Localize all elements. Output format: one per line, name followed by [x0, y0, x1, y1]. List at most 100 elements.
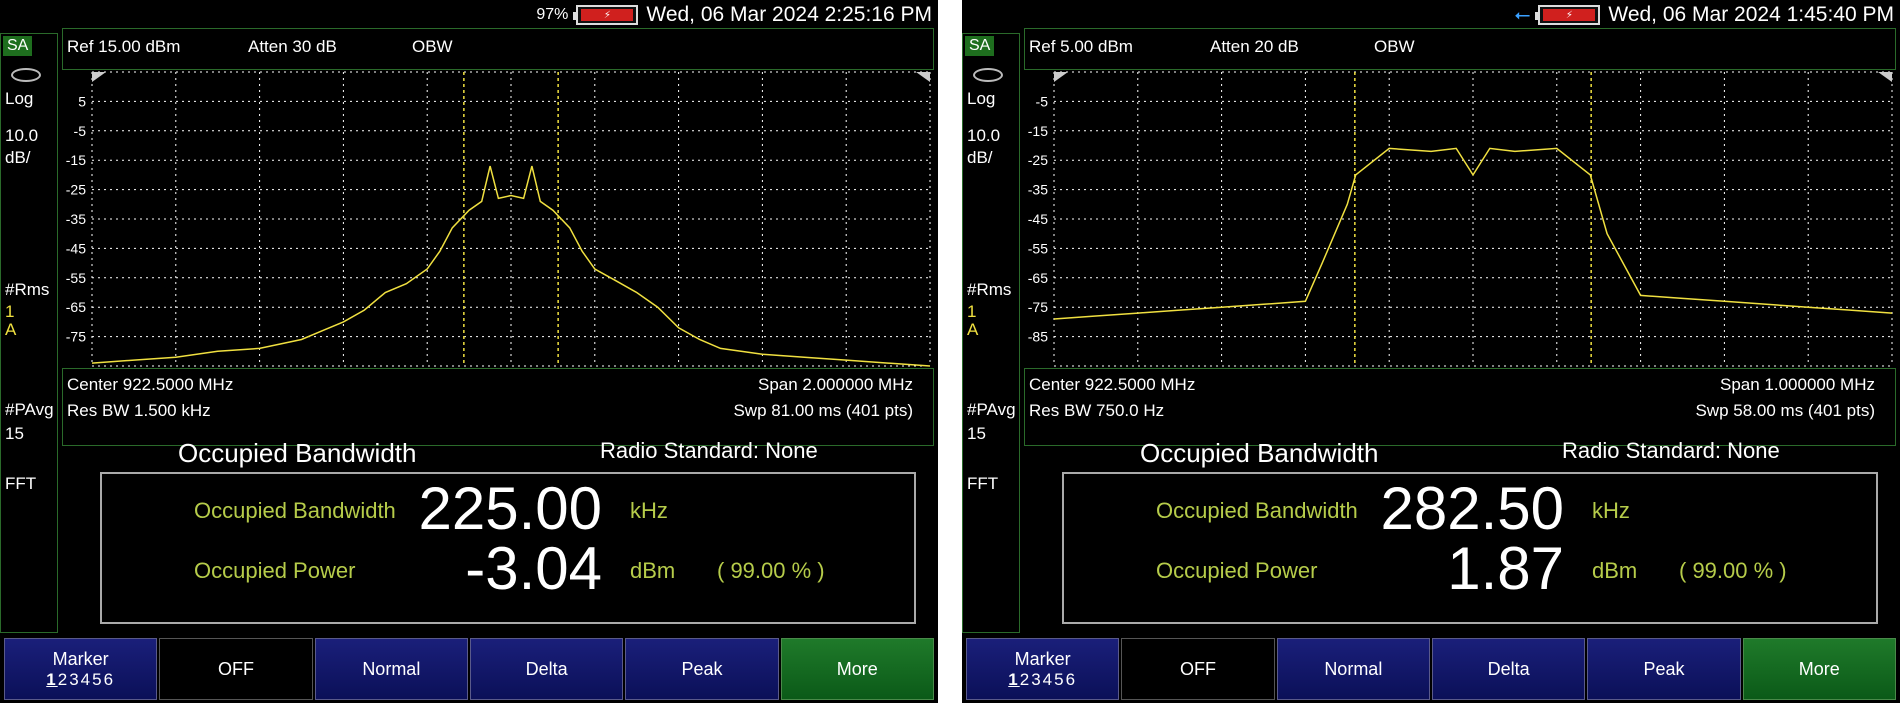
analyzer-panel-left: 97% ⚡ Wed, 06 Mar 2024 2:25:16 PM SA Log…	[0, 0, 938, 703]
marker-softkey[interactable]: Marker 123456	[966, 638, 1120, 700]
pwr-percent: ( 99.00 % )	[717, 558, 825, 583]
marker-num-5: 5	[1054, 669, 1066, 689]
y-tick-label: -35	[1028, 182, 1048, 198]
delta-softkey[interactable]: Delta	[469, 638, 624, 700]
bw-value: 282.50	[1380, 475, 1564, 542]
attenuation: Atten 20 dB	[1210, 37, 1299, 56]
mode-badge[interactable]: SA	[965, 36, 995, 56]
peak-softkey[interactable]: Peak	[1587, 638, 1741, 700]
more-softkey[interactable]: More	[1742, 638, 1896, 700]
spectrum-svg: -5 -15 -25 -35 -45 -55 -65 -75 -85	[1028, 71, 1893, 367]
pwr-percent: ( 99.00 % )	[1679, 558, 1787, 583]
marker-softkey[interactable]: Marker 123456	[4, 638, 158, 700]
sweep-time: Swp 81.00 ms (401 pts)	[733, 401, 913, 420]
center-freq: Center 922.5000 MHz	[1029, 375, 1196, 394]
marker-num-5: 5	[92, 669, 104, 689]
analyzer-panel-right: ⭠ ⚡ Wed, 06 Mar 2024 1:45:40 PM SA Log 1…	[962, 0, 1900, 703]
pwr-unit: dBm	[1592, 558, 1638, 583]
off-softkey[interactable]: OFF	[159, 638, 313, 700]
sweep-icon	[11, 68, 41, 82]
y-tick-label: -5	[74, 123, 87, 139]
pwr-value: 1.87	[1447, 535, 1564, 602]
spectrum-plot: -5 -15 -25 -35 -45 -55 -65 -75 -85	[1024, 70, 1896, 368]
status-bar: 97% ⚡ Wed, 06 Mar 2024 2:25:16 PM	[0, 0, 938, 30]
datetime: Wed, 06 Mar 2024 1:45:40 PM	[1608, 3, 1894, 26]
more-softkey[interactable]: More	[780, 638, 934, 700]
marker-num-6: 6	[103, 669, 116, 689]
normal-softkey[interactable]: Normal	[1276, 638, 1430, 700]
delta-softkey[interactable]: Delta	[1431, 638, 1586, 700]
y-tick-label: -85	[1028, 329, 1048, 345]
corner-marker-right	[1878, 72, 1892, 82]
marker-num-2: 2	[57, 669, 70, 689]
corner-marker-left	[92, 72, 106, 82]
y-tick-label: -55	[66, 270, 86, 286]
y-tick-label: -15	[66, 152, 86, 168]
span: Span 1.000000 MHz	[1720, 375, 1875, 394]
pavg-count: 15	[5, 424, 24, 443]
battery-percent: 97%	[536, 6, 569, 23]
scale-div: 10.0	[5, 126, 39, 145]
marker-num-4: 4	[80, 669, 93, 689]
y-tick-label: -45	[66, 240, 86, 256]
marker-num-2: 2	[1019, 669, 1032, 689]
spectrum-plot: 5 -5 -15 -25 -35 -45 -55 -65 -75	[62, 70, 934, 368]
scale-type: Log	[5, 89, 34, 108]
side-info-strip: SA Log 10.0 dB/ #Rms 1 A #PAvg 15 FFT	[962, 33, 1020, 633]
y-tick-label: -65	[1028, 270, 1048, 286]
off-softkey[interactable]: OFF	[1121, 638, 1275, 700]
datetime: Wed, 06 Mar 2024 2:25:16 PM	[646, 3, 932, 26]
battery-icon: ⚡	[1535, 5, 1601, 25]
meas-footer: Center 922.5000 MHz Span 2.000000 MHz Re…	[62, 368, 934, 446]
y-tick-label: -35	[66, 211, 86, 227]
marker-num-1: 1	[46, 669, 58, 689]
meas-footer: Center 922.5000 MHz Span 1.000000 MHz Re…	[1024, 368, 1896, 446]
sweep-icon	[973, 68, 1003, 82]
corner-marker-left	[1054, 72, 1068, 82]
pavg-label: #PAvg	[967, 400, 1016, 419]
pavg-count: 15	[967, 424, 986, 443]
softkey-bar: Marker 123456 OFF Normal Delta Peak More	[966, 638, 1896, 700]
marker-num-6: 6	[1065, 669, 1078, 689]
center-freq: Center 922.5000 MHz	[67, 375, 234, 394]
obw-title: Occupied Bandwidth	[178, 438, 417, 468]
span: Span 2.000000 MHz	[758, 375, 913, 394]
attenuation: Atten 30 dB	[248, 37, 337, 56]
y-tick-label: -75	[1028, 299, 1048, 315]
trace-letter: A	[967, 320, 979, 339]
marker-num-4: 4	[1042, 669, 1055, 689]
y-tick-label: -65	[66, 299, 86, 315]
y-tick-label: -5	[1036, 93, 1049, 109]
softkey-bar: Marker 123456 OFF Normal Delta Peak More	[4, 638, 934, 700]
trace-number: 1	[967, 302, 977, 321]
normal-softkey[interactable]: Normal	[314, 638, 468, 700]
bw-unit: kHz	[1592, 498, 1630, 523]
fft-label: FFT	[967, 474, 999, 493]
y-tick-label: -25	[1028, 152, 1048, 168]
fft-label: FFT	[5, 474, 37, 493]
spectrum-svg: 5 -5 -15 -25 -35 -45 -55 -65 -75	[66, 71, 931, 367]
side-info-strip: SA Log 10.0 dB/ #Rms 1 A #PAvg 15 FFT	[0, 33, 58, 633]
y-tick-label: -55	[1028, 240, 1048, 256]
marker-numbers: 123456	[1008, 670, 1077, 690]
pwr-unit: dBm	[630, 558, 676, 583]
y-tick-label: -25	[66, 182, 86, 198]
pwr-label: Occupied Power	[1156, 558, 1318, 583]
radio-standard: Radio Standard: None	[600, 438, 818, 463]
usb-icon: ⭠	[1514, 3, 1531, 26]
results-box: Occupied Bandwidth 282.50 kHz Occupied P…	[1062, 472, 1878, 624]
mode-badge[interactable]: SA	[3, 36, 33, 56]
scale-unit: dB/	[967, 148, 993, 167]
scale-unit: dB/	[5, 148, 31, 167]
ref-level: Ref 5.00 dBm	[1029, 37, 1133, 56]
marker-label: Marker	[1014, 648, 1071, 669]
measurement-name: OBW	[412, 37, 453, 56]
peak-softkey[interactable]: Peak	[625, 638, 779, 700]
res-bw: Res BW 750.0 Hz	[1029, 401, 1165, 420]
trace-detector: #Rms	[967, 280, 1012, 299]
y-tick-label: 5	[78, 93, 86, 109]
bw-value: 225.00	[418, 475, 602, 542]
battery-icon: ⚡	[573, 5, 639, 25]
ref-level: Ref 15.00 dBm	[67, 37, 181, 56]
obw-title: Occupied Bandwidth	[1140, 438, 1379, 468]
